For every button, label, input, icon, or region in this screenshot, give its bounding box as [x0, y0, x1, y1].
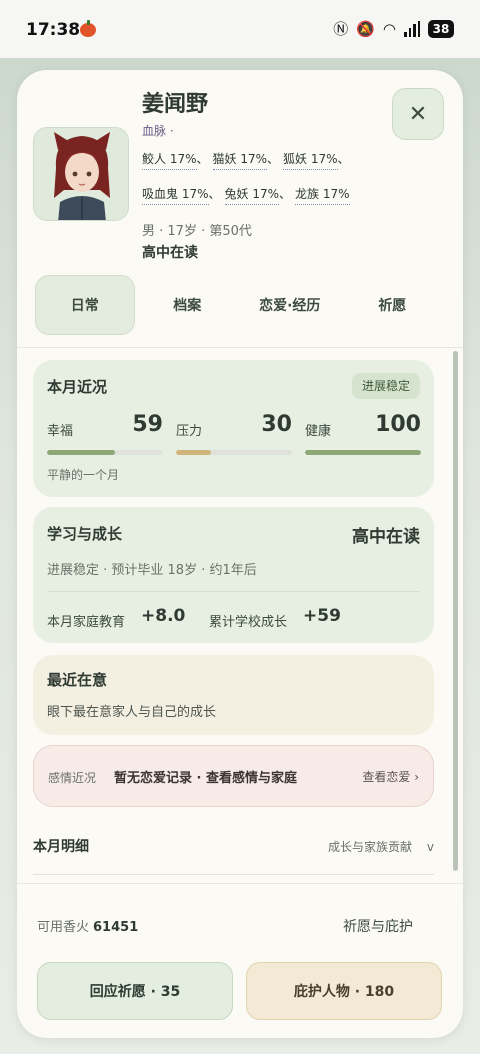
stat-value: 100 — [375, 412, 421, 437]
character-card: 姜闻野 血脉 · 鲛人 17% 、 猫妖 17% 、 狐妖 17% 、 吸血鬼 … — [17, 70, 463, 1038]
tab-wish[interactable]: 祈愿 — [343, 275, 443, 335]
panel-title: 学习与成长 — [47, 525, 123, 543]
daily-content[interactable]: 本月近况 进展稳定 幸福 59 压力 30 健康 100 平静的一个月 学习与成… — [17, 348, 463, 882]
pumpkin-icon — [80, 20, 96, 37]
character-meta: 男 · 17岁 · 第50代 — [142, 224, 252, 239]
bloodline-tag[interactable]: 猫妖 17% — [212, 150, 268, 170]
study-progress: 进展稳定 · 预计毕业 18岁 · 约1年后 — [47, 563, 257, 578]
incense-value: 61451 — [93, 920, 139, 935]
close-button[interactable]: ✕ — [392, 88, 444, 140]
divider — [47, 591, 420, 592]
bloodline-row: 吸血鬼 17% 、 兔妖 17% 、 龙族 17% — [142, 185, 362, 205]
incense-label: 可用香火 — [37, 920, 90, 935]
romance-text: 暂无恋爱记录 · 查看感情与家庭 — [114, 771, 297, 786]
stat-bar — [176, 450, 292, 455]
tab-romance[interactable]: 恋爱·经历 — [240, 275, 340, 335]
school-growth-label: 累计学校成长 — [209, 615, 288, 630]
status-bar: 17:38 Ⓝ 🔕 ◠ 38 — [0, 0, 480, 58]
detail-title: 本月明细 — [33, 839, 89, 855]
romance-label: 感情近况 — [48, 771, 97, 785]
detail-subtitle: 成长与家族贡献 — [327, 840, 412, 854]
stat-label: 健康 — [305, 424, 332, 439]
bloodline-tag[interactable]: 鲛人 17% — [142, 150, 197, 170]
scrollbar[interactable] — [453, 351, 458, 871]
stat-label: 压力 — [176, 424, 203, 439]
study-stage: 高中在读 — [352, 527, 420, 547]
bloodline-label: 血脉 · — [142, 124, 174, 138]
close-icon: ✕ — [408, 101, 428, 127]
monthly-detail-row[interactable]: 本月明细 成长与家族贡献 v — [33, 828, 434, 868]
mute-icon: 🔕 — [356, 20, 375, 38]
bloodline-tag[interactable]: 龙族 17% — [295, 185, 350, 205]
divider — [33, 874, 434, 875]
study-panel: 学习与成长 高中在读 进展稳定 · 预计毕业 18岁 · 约1年后 本月家庭教育… — [33, 507, 434, 643]
incense-balance: 可用香火 61451 — [37, 916, 138, 935]
stat-value: 59 — [132, 412, 163, 437]
stat-value: 30 — [261, 412, 292, 437]
nfc-icon: Ⓝ — [333, 20, 349, 38]
monthly-status-panel: 本月近况 进展稳定 幸福 59 压力 30 健康 100 平静的一个月 — [33, 360, 434, 497]
battery-indicator: 38 — [428, 20, 454, 38]
character-school: 高中在读 — [142, 245, 198, 261]
panel-title: 本月近况 — [47, 378, 108, 396]
school-growth-value: +59 — [303, 606, 341, 626]
romance-panel[interactable]: 感情近况 暂无恋爱记录 · 查看感情与家庭 查看恋爱 › — [33, 745, 434, 807]
wish-protection-link[interactable]: 祈愿与庇护 — [343, 916, 413, 936]
wifi-icon: ◠ — [382, 20, 396, 38]
view-romance-link[interactable]: 查看恋爱 › — [362, 768, 419, 785]
concern-text: 眼下最在意家人与自己的成长 — [47, 705, 217, 720]
character-name: 姜闻野 — [142, 92, 209, 117]
stat-bar — [47, 450, 163, 455]
panel-title: 最近在意 — [47, 671, 108, 689]
bloodline-row: 鲛人 17% 、 猫妖 17% 、 狐妖 17% 、 — [142, 150, 362, 170]
tab-daily[interactable]: 日常 — [35, 275, 135, 335]
status-badge: 进展稳定 — [351, 373, 420, 399]
respond-wish-button[interactable]: 回应祈愿 · 35 — [37, 962, 233, 1020]
stat-bar-fill — [305, 450, 421, 455]
chevron-down-icon: v — [426, 840, 434, 854]
stat-bar-fill — [47, 450, 116, 455]
concern-panel: 最近在意 眼下最在意家人与自己的成长 — [33, 655, 434, 735]
bloodline-tag[interactable]: 狐妖 17% — [283, 150, 338, 170]
family-education-label: 本月家庭教育 — [47, 615, 126, 630]
tab-profile[interactable]: 档案 — [138, 275, 238, 335]
stat-bar-fill — [176, 450, 211, 455]
divider — [17, 883, 463, 884]
protect-person-button[interactable]: 庇护人物 · 180 — [246, 962, 442, 1020]
tab-bar: 日常 档案 恋爱·经历 祈愿 — [35, 275, 445, 335]
bloodline-list: 鲛人 17% 、 猫妖 17% 、 狐妖 17% 、 吸血鬼 17% 、 兔妖 … — [142, 150, 362, 220]
family-education-value: +8.0 — [141, 606, 186, 626]
signal-icon — [404, 21, 420, 37]
bloodline-tag[interactable]: 兔妖 17% — [224, 185, 280, 205]
stat-label: 幸福 — [47, 424, 74, 439]
stat-bar — [305, 450, 421, 455]
clock: 17:38 — [26, 20, 81, 40]
character-avatar — [33, 127, 129, 221]
status-icons: Ⓝ 🔕 ◠ 38 — [333, 20, 454, 38]
bloodline-tag[interactable]: 吸血鬼 17% — [142, 185, 209, 205]
monthly-summary: 平静的一个月 — [47, 468, 120, 482]
